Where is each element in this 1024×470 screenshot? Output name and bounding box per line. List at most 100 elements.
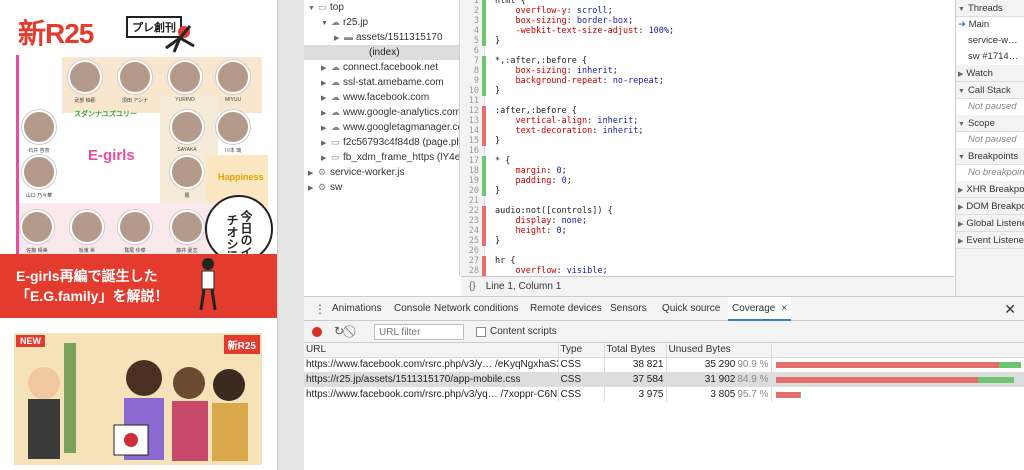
tab-close-icon[interactable]: × [781, 303, 787, 314]
line-number: 15 [468, 136, 479, 146]
tree-item[interactable]: ▶ ☁ www.facebook.com [304, 90, 459, 105]
tree-arrow-icon[interactable]: ▶ [321, 121, 331, 136]
tree-item[interactable]: ▼ ☁ r25.jp [304, 15, 459, 30]
speech-bubble: 今日のイチオシ! [205, 195, 273, 263]
section-label: Scope [967, 118, 995, 129]
thread-item-current[interactable]: ➜ Main [956, 17, 1024, 33]
sidebar-section-header[interactable]: ▼ Scope [956, 115, 1024, 132]
sidebar-section-header[interactable]: ▶DOM Breakpoints [956, 198, 1024, 215]
pretty-print-icon[interactable]: {} [469, 281, 476, 292]
column-header[interactable]: Type [558, 343, 605, 358]
coverage-marker [482, 226, 486, 236]
column-header[interactable]: Total Bytes [604, 343, 667, 358]
code-text: overflow: visible; [515, 266, 608, 276]
tree-arrow-icon[interactable]: ▶ [321, 76, 331, 91]
tree-arrow-icon[interactable]: ▶ [321, 61, 331, 76]
sidebar-section-header[interactable]: ▼ Call Stack [956, 82, 1024, 99]
thread-item[interactable]: service-w… [956, 33, 1024, 49]
tree-arrow-icon[interactable]: ▶ [308, 181, 318, 196]
tree-item[interactable]: ▶ ☁ ssl-stat.amebame.com [304, 75, 459, 90]
member-photo[interactable] [22, 110, 56, 144]
tree-arrow-icon[interactable]: ▶ [321, 91, 331, 106]
member-photo[interactable] [118, 210, 152, 244]
member-name: 鷲尾 伶菜 [124, 248, 146, 254]
source-editor[interactable]: 1 html {2 overflow-y: scroll; 3 box-sizing… [461, 0, 954, 276]
member-photo[interactable] [216, 60, 250, 94]
tab-coverage[interactable]: Coverage × [728, 297, 792, 321]
tab-remote-devices[interactable]: Remote devices [530, 297, 602, 321]
section-label: Global Listeners [966, 218, 1024, 229]
member-photo[interactable] [68, 60, 102, 94]
article-illustration[interactable]: NEW 新R25 [14, 333, 262, 465]
sidebar-section-header[interactable]: ▶ Watch [956, 65, 1024, 82]
member-photo[interactable] [20, 210, 54, 244]
reload-icon[interactable]: ↻ [334, 324, 344, 338]
url-filter-input[interactable] [374, 324, 464, 340]
happiness-label: Happiness [218, 172, 264, 182]
tree-item[interactable]: ▶ ⚙ sw [304, 180, 459, 195]
column-header[interactable]: Unused Bytes [666, 343, 772, 358]
table-row[interactable]: https://www.facebook.com/rsrc.php/v3/yq…… [304, 387, 1024, 402]
table-row[interactable]: https://r25.jp/assets/1511315170/app-mob… [304, 372, 1024, 387]
member-photo[interactable] [216, 110, 250, 144]
tree-item[interactable]: ▶ ⚙ service-worker.js [304, 165, 459, 180]
sources-file-tree[interactable]: ▼ ▭ top ▼ ☁ r25.jp ▶ ▬ assets/1511315170 (index) ▶… [304, 0, 460, 276]
member-photo[interactable] [170, 110, 204, 144]
tab-network-conditions[interactable]: Network conditions [434, 297, 518, 321]
sidebar-section-header[interactable]: ▶Event Listener Breakpoints [956, 232, 1024, 249]
tab-animations[interactable]: Animations [332, 297, 381, 321]
sidebar-section-header[interactable]: ▶Global Listeners [956, 215, 1024, 232]
code-line: 16 [461, 146, 954, 156]
tree-arrow-icon[interactable]: ▼ [308, 1, 318, 16]
member-name: 石井 杏奈 [28, 148, 50, 154]
tree-arrow-icon[interactable]: ▶ [321, 151, 331, 166]
tree-item[interactable]: ▶ ☁ www.google-analytics.com [304, 105, 459, 120]
member-photo[interactable] [170, 155, 204, 189]
site-logo[interactable]: 新R25 [18, 12, 94, 52]
css-property: height [515, 226, 547, 236]
member-photo[interactable] [168, 60, 202, 94]
column-header[interactable] [771, 343, 1024, 358]
tree-arrow-icon[interactable]: ▶ [321, 136, 331, 151]
unused-bytes-cell: 31 902 84.9 % [666, 372, 772, 387]
tree-arrow-icon[interactable]: ▼ [321, 16, 331, 31]
used-bar-segment [799, 391, 801, 398]
headline-banner[interactable]: E-girls再編で誕生した 「E.G.family」を解説！ [0, 254, 277, 318]
tree-item[interactable]: ▶ ☁ www.googletagmanager.com [304, 120, 459, 135]
coverage-marker [482, 6, 486, 16]
tree-item[interactable]: ▶▭fb_xdm_frame_https (lY4eZXm [304, 150, 459, 165]
tab-quick-source[interactable]: Quick source [662, 297, 720, 321]
line-number: 20 [468, 186, 479, 196]
close-drawer-icon[interactable]: ✕ [1004, 297, 1016, 321]
tree-arrow-icon[interactable]: ▶ [334, 31, 344, 46]
tab-sensors[interactable]: Sensors [610, 297, 647, 321]
sidebar-section-header[interactable]: ▶XHR Breakpoints [956, 181, 1024, 198]
thread-item[interactable]: sw #1714… [956, 49, 1024, 65]
tree-arrow-icon[interactable]: ▶ [321, 106, 331, 121]
more-tabs-icon[interactable]: ⋮ [314, 297, 326, 321]
unused-bar-segment [775, 361, 1000, 368]
sidebar-section-header[interactable]: ▼ Threads [956, 0, 1024, 17]
debugger-sidebar[interactable]: ▼ Threads ➜ Main service-w… sw #1714… ▶ Watch ▼… [955, 0, 1024, 296]
tab-console[interactable]: Console [394, 297, 431, 321]
member-photo[interactable] [22, 155, 56, 189]
tree-item[interactable]: ▶ ▬ assets/1511315170 [304, 30, 459, 45]
tree-item[interactable]: ▶ ▭ f2c56793c4f84d8 (page.php) [304, 135, 459, 150]
tree-item[interactable]: (index) [304, 45, 459, 60]
tree-item[interactable]: ▶ ☁ connect.facebook.net [304, 60, 459, 75]
tree-arrow-icon[interactable]: ▶ [308, 166, 318, 181]
line-number: 19 [468, 176, 479, 186]
sidebar-placeholder: Not paused [956, 99, 1024, 115]
member-photo[interactable] [170, 210, 204, 244]
tree-item[interactable]: ▼ ▭ top [304, 0, 459, 15]
member-photo[interactable] [70, 210, 104, 244]
column-header[interactable]: URL [304, 343, 559, 358]
code-text: *,:after,:before { [495, 56, 588, 66]
sidebar-section-header[interactable]: ▼ Breakpoints [956, 148, 1024, 165]
table-row[interactable]: https://www.facebook.com/rsrc.php/v3/y… … [304, 357, 1024, 372]
sidebar-placeholder: Not paused [956, 132, 1024, 148]
record-icon[interactable] [312, 327, 322, 337]
content-scripts-checkbox[interactable] [476, 327, 486, 337]
code-line: 4 -webkit-text-size-adjust: 100%; [461, 26, 954, 36]
member-photo[interactable] [118, 60, 152, 94]
